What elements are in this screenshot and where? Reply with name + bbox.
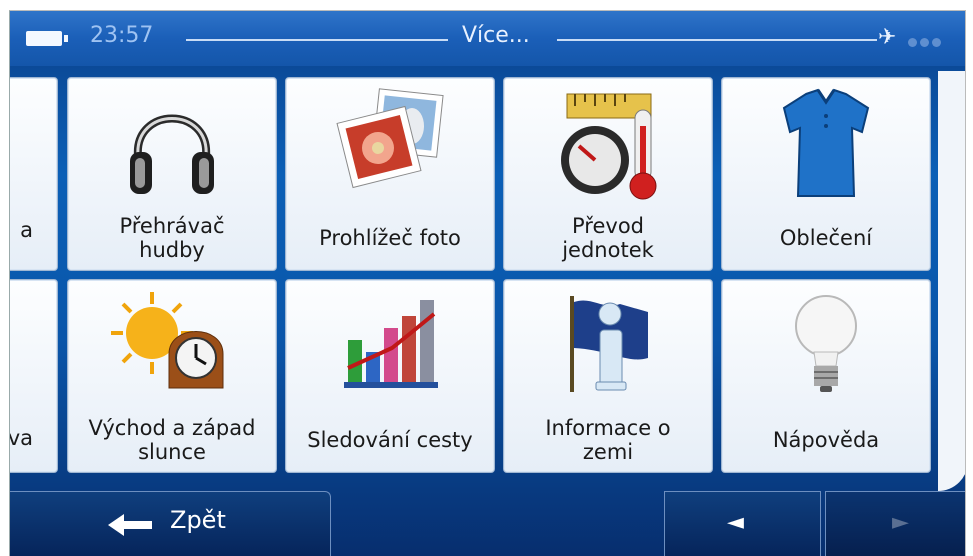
arrow-left-icon [108, 514, 152, 536]
window-title: Více... [462, 23, 530, 48]
tile-label: Sledování cesty [307, 428, 473, 452]
previous-page-button[interactable]: ◄ [664, 491, 821, 556]
bottom-bar: Zpět ◄ ► [10, 481, 965, 556]
tile-clothing[interactable]: Oblečení [721, 77, 931, 271]
info-flag-icon [570, 296, 648, 392]
tile-label: Východ a západ slunce [88, 416, 256, 464]
next-page-button[interactable]: ► [825, 491, 965, 556]
clock: 23:57 [90, 23, 154, 48]
title-line-right [557, 39, 877, 41]
back-label: Zpět [170, 506, 226, 534]
headphones-icon [130, 114, 214, 194]
tile-trip-monitor[interactable]: Sledování cesty [285, 279, 495, 473]
tile-partial-1[interactable]: a [10, 77, 58, 271]
shirt-icon [782, 88, 870, 197]
tile-country-info[interactable]: Informace o zemi [503, 279, 713, 473]
tile-photo-viewer[interactable]: Prohlížeč foto [285, 77, 495, 271]
lightbulb-icon [795, 295, 857, 392]
title-line-left [186, 39, 448, 41]
panel-edge [938, 71, 965, 491]
tile-music-player[interactable]: Přehrávač hudby [67, 77, 277, 271]
gps-signal-icon [908, 32, 944, 51]
tile-unit-converter[interactable]: Převod jednotek [503, 77, 713, 271]
tile-label: Informace o zemi [545, 416, 671, 464]
app-window: 23:57 Více... ✈ a Přehrávač hudby Prohlí… [9, 10, 966, 556]
tile-label: Převod jednotek [562, 214, 654, 262]
tile-label: Oblečení [779, 226, 873, 250]
tile-label: Prohlížeč foto [319, 226, 461, 250]
satellite-icon[interactable]: ✈ [878, 25, 896, 50]
ruler-gauge-thermometer-icon [561, 93, 657, 200]
tile-label: Nápověda [772, 428, 880, 452]
tile-label: va [9, 426, 33, 450]
status-bar: 23:57 Více... ✈ [10, 11, 965, 66]
tile-label: Přehrávač hudby [119, 214, 225, 262]
photos-icon [336, 88, 444, 189]
tile-help[interactable]: Nápověda [721, 279, 931, 473]
back-button[interactable]: Zpět [10, 491, 331, 556]
sun-clock-icon [111, 292, 224, 389]
tile-sunrise-sunset[interactable]: Východ a západ slunce [67, 279, 277, 473]
battery-icon [26, 31, 68, 46]
triangle-left-icon: ◄ [727, 510, 744, 535]
tile-partial-2[interactable]: va [9, 279, 58, 473]
triangle-right-icon: ► [892, 510, 909, 535]
tile-label: a [20, 218, 33, 242]
bar-chart-icon [344, 300, 438, 388]
